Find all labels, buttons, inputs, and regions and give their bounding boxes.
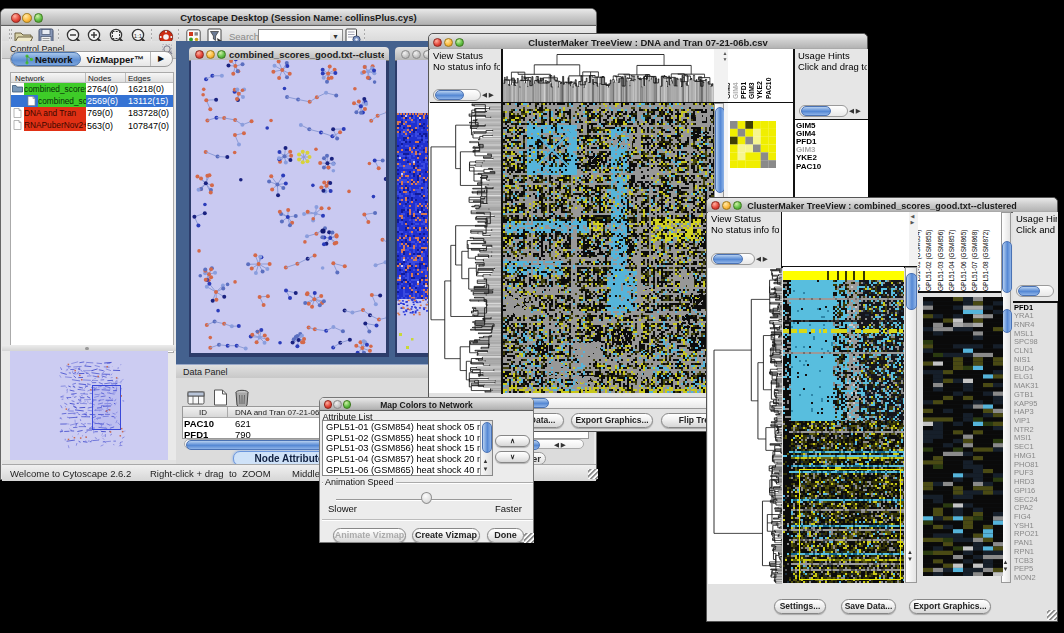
- svg-text:1:1: 1:1: [134, 33, 143, 39]
